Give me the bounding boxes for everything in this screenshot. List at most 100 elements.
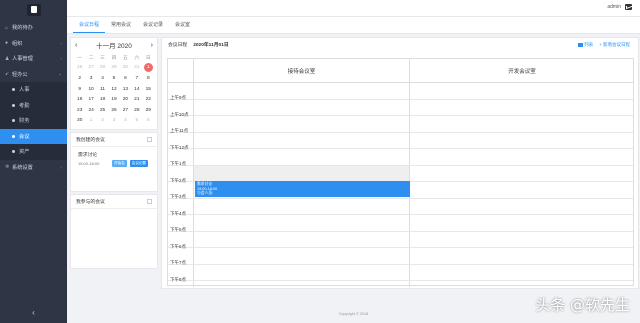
sidebar-subitem-finance[interactable]: 财务 xyxy=(0,113,67,129)
time-slot-row[interactable] xyxy=(168,199,633,215)
start-meeting-button[interactable]: 开始会 xyxy=(112,160,127,168)
calendar-day[interactable]: 30 xyxy=(120,63,131,74)
weekday-label: 三 xyxy=(100,55,105,61)
schedule-label: 会议日程 xyxy=(168,43,188,48)
sidebar-subitem-assets[interactable]: 资产 xyxy=(0,144,67,160)
calendar-day[interactable]: 25 xyxy=(97,105,108,116)
tab-bar: 会议日程 常用会议 会议记录 会议室 xyxy=(67,17,640,34)
calendar-day[interactable]: 7 xyxy=(131,73,142,84)
calendar-day[interactable]: 15 xyxy=(143,84,154,95)
time-slot-row[interactable] xyxy=(168,83,633,100)
calendar-day[interactable]: 27 xyxy=(120,105,131,116)
sidebar-item-org[interactable]: ● 组织 ‹ xyxy=(0,36,67,52)
meeting-notes-button[interactable]: 会议纪要 xyxy=(129,160,149,168)
room-name: 开发会议室 xyxy=(508,69,536,75)
sidebar-item-settings[interactable]: ✲ 系统设置 ‹ xyxy=(0,160,67,176)
calendar-day[interactable]: 24 xyxy=(85,105,96,116)
time-label: 下午5点 xyxy=(170,227,187,232)
weekday-label: 二 xyxy=(88,55,94,61)
schedule-panel: 会议日程 2020年11月01日 列表 + 新增会议日程 接待会议室 开发会议室… xyxy=(161,37,639,289)
calendar-day[interactable]: 1 xyxy=(85,116,96,127)
calendar-day[interactable]: 29 xyxy=(108,63,119,74)
tab-meeting-records[interactable]: 会议记录 xyxy=(137,17,169,33)
chevron-down-icon: ⌄ xyxy=(58,71,62,77)
calendar-day[interactable]: 16 xyxy=(74,94,85,105)
collapse-button[interactable]: ‹ xyxy=(0,308,67,317)
calendar-day[interactable]: 29 xyxy=(143,105,154,116)
user-menu[interactable]: admin xyxy=(607,4,632,10)
list-view-button[interactable]: 列表 xyxy=(578,42,593,48)
sidebar-subitem-hr[interactable]: 人事 xyxy=(0,82,67,98)
meeting-item[interactable]: 需求讨论 15:00-16:00 开始会 会议纪要 xyxy=(71,147,157,191)
calendar-day[interactable]: 30 xyxy=(74,116,85,127)
calendar-day[interactable]: 23 xyxy=(74,105,85,116)
calendar-header: ‹ 十一月 2020 › xyxy=(71,38,157,52)
weekday-label: 日 xyxy=(145,55,151,61)
user-icon: ● xyxy=(5,40,9,47)
joined-meetings-header: 我参与的会议 xyxy=(71,195,157,210)
calendar-day[interactable]: 26 xyxy=(74,63,85,74)
prev-month-button[interactable]: ‹ xyxy=(75,42,77,49)
sidebar-item-hr[interactable]: ♟ 人事管理 ‹ xyxy=(0,51,67,67)
checkbox[interactable] xyxy=(147,137,152,143)
meeting-event[interactable]: 需求讨论 15:00-16:00 与会人员: xyxy=(195,181,410,197)
calendar-day[interactable]: 13 xyxy=(120,84,131,95)
calendar-day[interactable]: 17 xyxy=(85,94,96,105)
topbar: admin xyxy=(67,0,640,17)
add-schedule-button[interactable]: + 新增会议日程 xyxy=(599,42,630,48)
calendar-day[interactable]: 27 xyxy=(85,63,96,74)
calendar-day[interactable]: 9 xyxy=(74,84,85,95)
sidebar-item-todo[interactable]: ⌂ 我的待办 xyxy=(0,20,67,36)
checkbox[interactable] xyxy=(147,199,152,205)
calendar-day[interactable]: 19 xyxy=(108,94,119,105)
time-label: 下午6点 xyxy=(170,243,187,249)
calendar-day[interactable]: 28 xyxy=(97,63,108,74)
calendar-day[interactable]: 4 xyxy=(120,116,131,127)
calendar-day[interactable]: 12 xyxy=(108,84,119,95)
calendar-day[interactable]: 21 xyxy=(131,94,142,105)
calendar-day[interactable]: 5 xyxy=(108,73,119,84)
dot-icon xyxy=(12,134,15,138)
next-month-button[interactable]: › xyxy=(151,42,153,49)
tab-meeting-rooms[interactable]: 会议室 xyxy=(169,17,196,33)
sidebar-subitem-meeting[interactable]: 会议 xyxy=(0,128,67,144)
sidebar-subitem-attendance[interactable]: 考勤 xyxy=(0,97,67,113)
calendar-day[interactable]: 26 xyxy=(108,105,119,116)
home-icon: ⌂ xyxy=(5,24,9,31)
tab-common-meetings[interactable]: 常用会议 xyxy=(105,17,137,33)
time-slot-row[interactable] xyxy=(168,149,633,166)
calendar-day[interactable]: 6 xyxy=(120,73,131,84)
calendar-day[interactable]: 20 xyxy=(120,94,131,105)
time-slot-row[interactable] xyxy=(168,133,633,149)
calendar-day[interactable]: 6 xyxy=(143,116,154,127)
calendar-day[interactable]: 14 xyxy=(131,84,142,95)
sidebar-item-office[interactable]: ➹ 轻办公 ⌄ xyxy=(0,67,67,83)
calendar-day[interactable]: 10 xyxy=(85,84,96,95)
mail-icon[interactable] xyxy=(625,4,632,10)
calendar-day[interactable]: 28 xyxy=(131,105,142,116)
time-slot-row[interactable] xyxy=(168,215,633,232)
calendar-day[interactable]: 8 xyxy=(143,73,154,84)
rocket-icon: ➹ xyxy=(5,71,10,78)
calendar-day[interactable]: 1 xyxy=(143,63,154,74)
calendar-day[interactable]: 4 xyxy=(97,73,108,84)
time-slot-row[interactable] xyxy=(168,265,633,281)
time-slot-row[interactable] xyxy=(168,100,633,116)
calendar-day[interactable]: 22 xyxy=(143,94,154,105)
time-slot-row[interactable] xyxy=(168,165,633,182)
calendar-day[interactable]: 11 xyxy=(97,84,108,95)
calendar-day[interactable]: 2 xyxy=(74,73,85,84)
calendar-day[interactable]: 3 xyxy=(85,73,96,84)
dot-icon xyxy=(12,88,15,92)
username: admin xyxy=(607,4,621,10)
time-slot-row[interactable] xyxy=(168,248,633,265)
time-slot-row[interactable] xyxy=(168,116,633,133)
calendar-day[interactable]: 3 xyxy=(108,116,119,127)
tab-meeting-schedule[interactable]: 会议日程 xyxy=(73,17,106,33)
calendar-day[interactable]: 18 xyxy=(97,94,108,105)
person-icon: ♟ xyxy=(5,55,10,62)
calendar-day[interactable]: 31 xyxy=(131,63,142,74)
time-slot-row[interactable] xyxy=(168,232,633,248)
calendar-day[interactable]: 5 xyxy=(131,116,142,127)
calendar-day[interactable]: 2 xyxy=(97,116,108,127)
